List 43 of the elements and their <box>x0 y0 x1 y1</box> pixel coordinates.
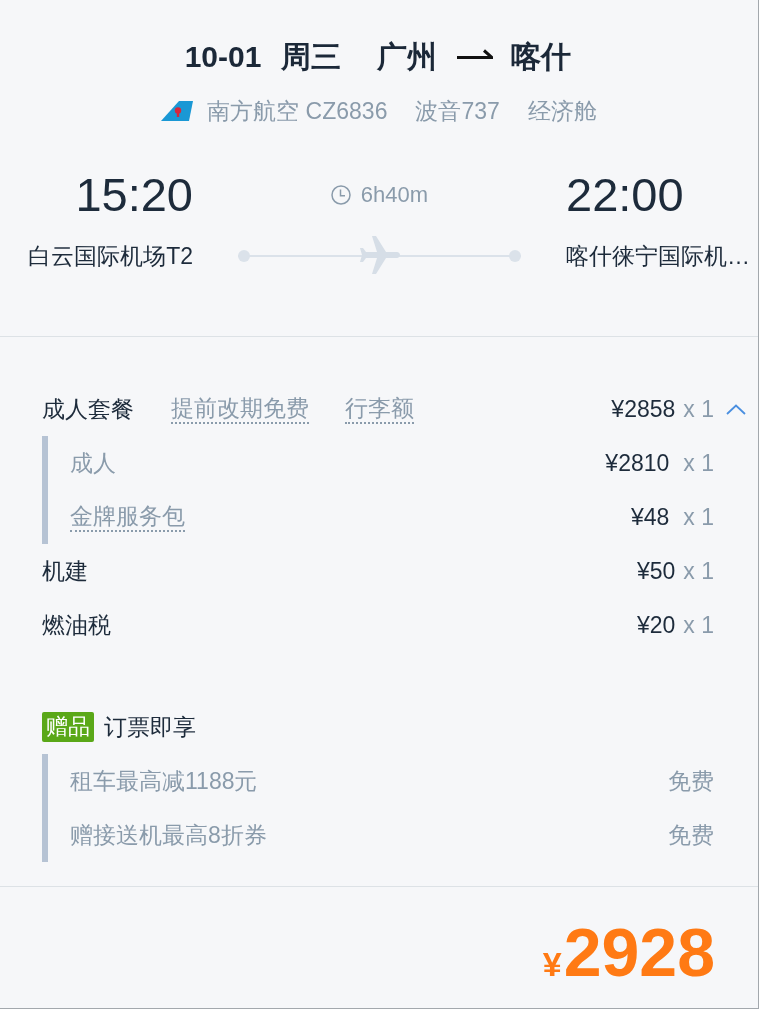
duration-text: 6h40m <box>360 181 429 209</box>
tooltip-link[interactable]: 金牌服务包 <box>70 502 185 532</box>
price-text: ¥2858 <box>611 395 676 423</box>
currency-symbol: ¥ <box>542 944 562 985</box>
gift-tag: 赠品 <box>42 712 94 742</box>
gift-value: 免费 <box>668 766 714 796</box>
quantity-text: x 1 <box>683 611 714 639</box>
date-text: 10-01 <box>184 39 262 75</box>
clock-icon <box>330 185 351 205</box>
gift-value: 免费 <box>668 820 714 850</box>
arrival-airport: 喀什徕宁国际机… <box>566 242 750 271</box>
origin-city: 广州 <box>377 39 438 75</box>
departure-airport: 白云国际机场T2 <box>28 242 193 271</box>
quantity-text: x 1 <box>683 449 714 477</box>
price-text: ¥2810 <box>605 449 670 477</box>
quantity-text: x 1 <box>683 395 714 423</box>
tail-fin-icon <box>161 101 194 121</box>
plane-icon <box>359 236 400 276</box>
arrival-time: 22:00 <box>566 167 684 223</box>
destination-city: 喀什 <box>511 39 572 75</box>
dot-icon <box>238 250 250 262</box>
total-price: 2928 <box>563 913 715 992</box>
tag-link[interactable]: 行李额 <box>345 394 414 424</box>
item-label: 成人套餐 <box>42 394 134 424</box>
price-text: ¥20 <box>636 611 676 639</box>
quantity-text: x 1 <box>683 503 714 531</box>
gift-item-label: 租车最高减1188元 <box>70 767 258 795</box>
departure-time: 15:20 <box>75 167 193 223</box>
item-label: 成人 <box>70 449 116 477</box>
airline-flight-text: 南方航空 CZ6836 <box>207 97 388 126</box>
tag-link[interactable]: 提前改期免费 <box>171 394 309 424</box>
weekday-text: 周三 <box>281 39 342 75</box>
price-text: ¥50 <box>636 557 676 585</box>
gift-item-label: 赠接送机最高8折券 <box>70 821 267 849</box>
gift-title: 订票即享 <box>104 712 196 742</box>
aircraft-type: 波音737 <box>415 97 500 126</box>
chevron-up-icon[interactable] <box>726 403 746 415</box>
quantity-text: x 1 <box>683 557 714 585</box>
dot-icon <box>509 250 521 262</box>
item-label: 燃油税 <box>42 610 111 640</box>
item-label: 机建 <box>42 556 88 586</box>
cabin-class: 经济舱 <box>527 97 597 126</box>
price-text: ¥48 <box>630 503 670 531</box>
